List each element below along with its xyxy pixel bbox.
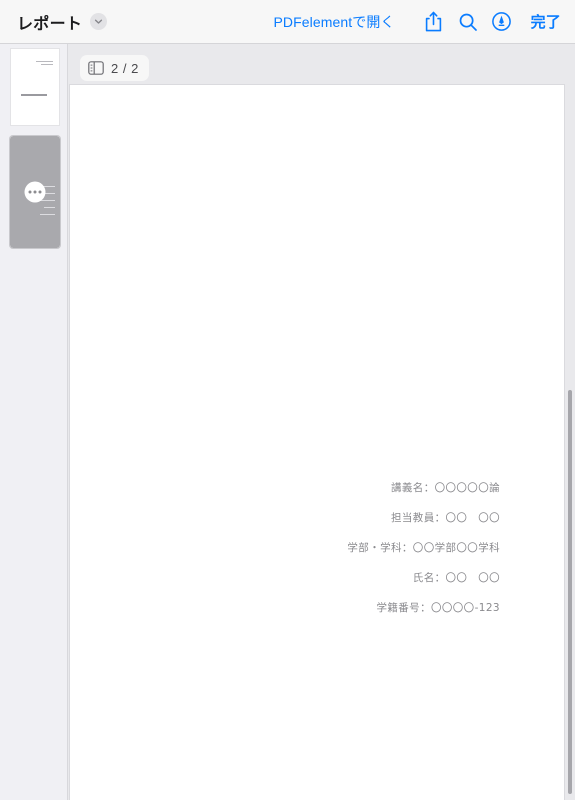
- pdf-viewer-window: レポート PDFelementで開く 完了 2 / 2 講義名：〇〇〇〇〇論 担…: [0, 0, 575, 800]
- top-toolbar: レポート PDFelementで開く 完了: [0, 0, 575, 44]
- thumbnail-text-line: [41, 64, 53, 65]
- toolbar-right-group: PDFelementで開く 完了: [273, 5, 575, 39]
- page-title: レポート: [17, 15, 83, 33]
- page-indicator-label: 2 / 2: [111, 60, 139, 76]
- toolbar-left-group: レポート: [0, 10, 108, 34]
- thumbnail-sidebar[interactable]: [0, 44, 68, 800]
- search-icon[interactable]: [451, 5, 485, 39]
- sidebar-toggle-icon[interactable]: [88, 61, 104, 75]
- thumbnail-page-2[interactable]: [10, 136, 60, 248]
- doc-text-line: 担当教員：〇〇 〇〇: [391, 512, 500, 524]
- thumbnail-page-1[interactable]: [10, 48, 60, 126]
- thumbnail-text-line: [40, 214, 55, 215]
- doc-text-line: 学部・学科：〇〇学部〇〇学科: [347, 542, 500, 554]
- page-indicator-badge[interactable]: 2 / 2: [80, 55, 149, 81]
- pdf-page-2: 講義名：〇〇〇〇〇論 担当教員：〇〇 〇〇 学部・学科：〇〇学部〇〇学科 氏名：…: [69, 84, 565, 800]
- thumbnail-text-line: [36, 61, 53, 62]
- doc-text-line: 学籍番号：〇〇〇〇-123: [376, 602, 500, 614]
- document-scroll-area[interactable]: 2 / 2 講義名：〇〇〇〇〇論 担当教員：〇〇 〇〇 学部・学科：〇〇学部〇〇…: [68, 44, 575, 800]
- markup-pen-icon[interactable]: [485, 5, 519, 39]
- scrollbar-thumb[interactable]: [568, 390, 572, 794]
- done-button[interactable]: 完了: [531, 11, 561, 32]
- doc-text-line: 講義名：〇〇〇〇〇論: [391, 482, 500, 494]
- pdf-page-content: 講義名：〇〇〇〇〇論 担当教員：〇〇 〇〇 学部・学科：〇〇学部〇〇学科 氏名：…: [70, 85, 564, 800]
- chevron-down-icon[interactable]: [90, 13, 108, 30]
- cover-info-block: 講義名：〇〇〇〇〇論 担当教員：〇〇 〇〇 学部・学科：〇〇学部〇〇学科 氏名：…: [347, 483, 500, 614]
- share-icon[interactable]: [417, 5, 451, 39]
- open-in-pdfelement-link[interactable]: PDFelementで開く: [273, 12, 394, 32]
- three-dots-icon: [24, 181, 46, 203]
- doc-text-line: 氏名：〇〇 〇〇: [412, 572, 500, 584]
- vertical-scrollbar[interactable]: [566, 44, 573, 800]
- thumbnail-text-line: [21, 94, 47, 96]
- thumbnail-text-line: [44, 207, 55, 208]
